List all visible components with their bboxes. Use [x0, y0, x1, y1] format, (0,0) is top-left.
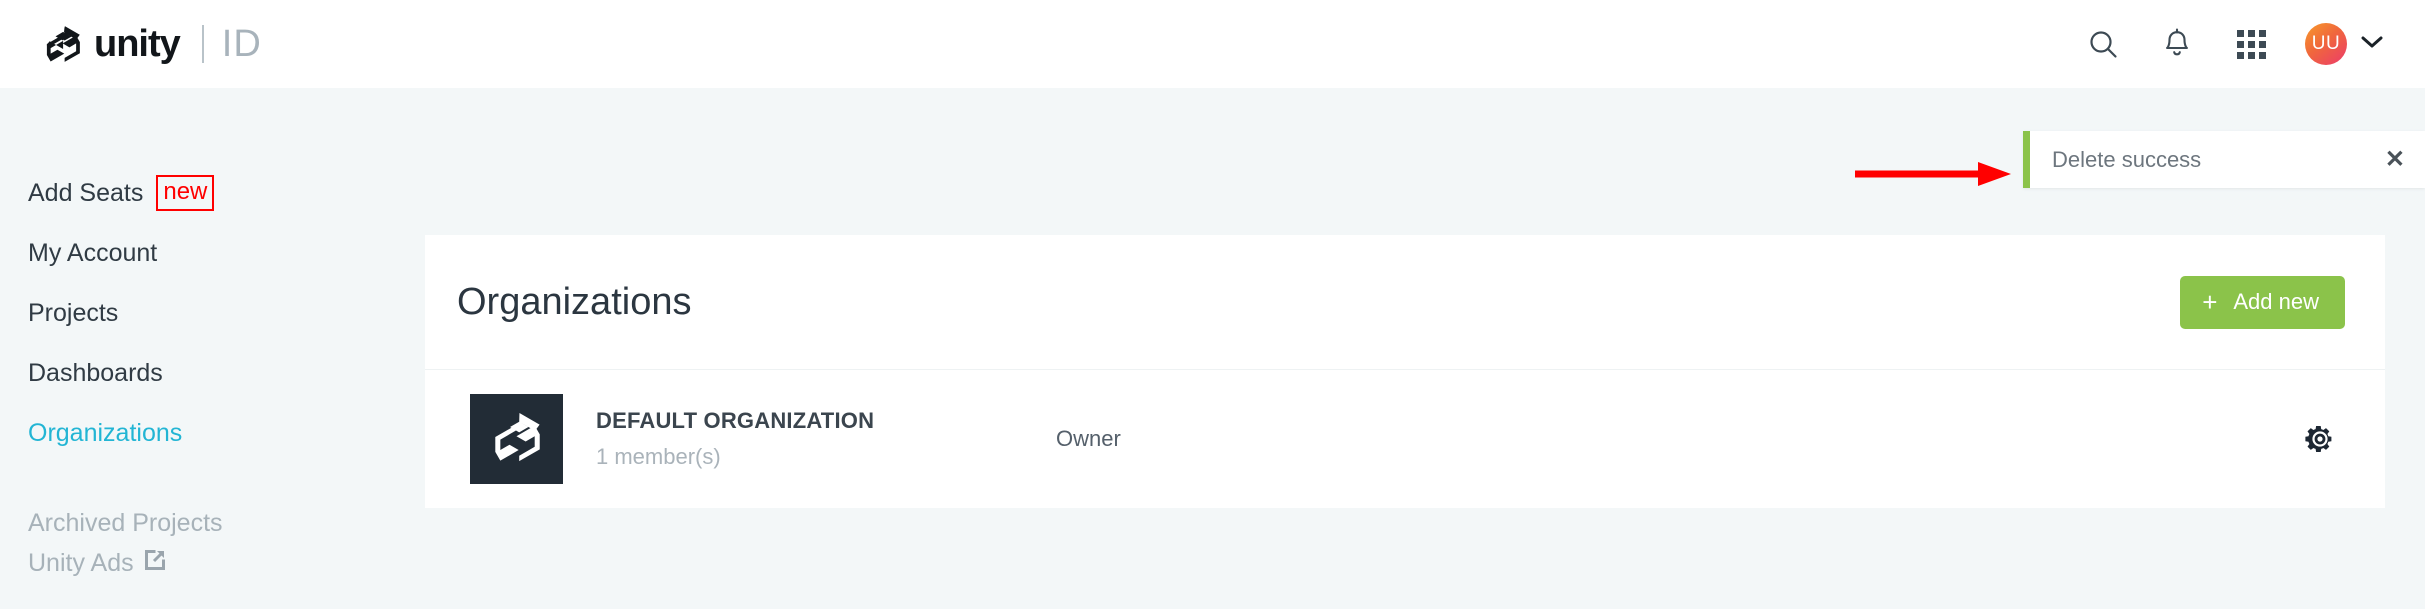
- table-row[interactable]: DEFAULT ORGANIZATION 1 member(s) Owner: [425, 370, 2385, 508]
- sidebar-item-my-account[interactable]: My Account: [0, 233, 425, 273]
- organization-role: Owner: [1056, 426, 1121, 451]
- add-new-button[interactable]: + Add new: [2180, 275, 2345, 329]
- card-header: Organizations + Add new: [425, 235, 2385, 370]
- top-header-bar: unity ID UU: [0, 0, 2425, 88]
- close-icon[interactable]: ✕: [2385, 147, 2405, 172]
- sidebar-item-projects[interactable]: Projects: [0, 293, 425, 333]
- sidebar-item-label: Archived Projects: [28, 508, 223, 537]
- bell-icon[interactable]: [2157, 24, 2197, 64]
- sidebar-item-archived-projects[interactable]: Archived Projects: [0, 503, 425, 543]
- sidebar-item-label: Dashboards: [28, 358, 163, 387]
- page-title: Organizations: [457, 280, 692, 323]
- brand-area[interactable]: unity ID: [40, 0, 262, 88]
- header-actions: UU: [2083, 23, 2383, 65]
- plus-icon: +: [2202, 286, 2218, 317]
- organization-name: DEFAULT ORGANIZATION: [596, 408, 875, 433]
- unity-cube-logo-icon: [486, 406, 548, 473]
- toast-notification: Delete success ✕: [2023, 131, 2425, 188]
- sidebar-item-unity-ads[interactable]: Unity Ads: [0, 543, 425, 583]
- avatar: UU: [2305, 23, 2347, 65]
- organization-meta: DEFAULT ORGANIZATION 1 member(s): [596, 408, 1056, 470]
- unity-cube-logo-icon: [40, 21, 86, 67]
- add-new-label: Add new: [2233, 288, 2319, 314]
- external-link-icon: [144, 549, 166, 578]
- sidebar-item-label: Add Seats: [28, 178, 144, 207]
- sidebar: Add Seats new My Account Projects Dashbo…: [0, 88, 425, 609]
- new-badge: new: [156, 175, 215, 211]
- grid-apps-glyph: [2236, 29, 2266, 59]
- brand-wordmark: unity: [94, 23, 181, 65]
- sidebar-item-organizations[interactable]: Organizations: [0, 413, 425, 453]
- organization-avatar: [470, 394, 563, 484]
- sidebar-item-label: My Account: [28, 238, 158, 267]
- organization-member-count: 1 member(s): [596, 444, 721, 469]
- sidebar-item-dashboards[interactable]: Dashboards: [0, 353, 425, 393]
- grid-apps-icon[interactable]: [2231, 24, 2271, 64]
- gear-icon[interactable]: [2303, 422, 2337, 456]
- sidebar-primary-nav: Add Seats new My Account Projects Dashbo…: [0, 173, 425, 453]
- chevron-down-icon: [2361, 35, 2383, 54]
- sidebar-item-label: Organizations: [28, 418, 183, 447]
- sidebar-item-label: Projects: [28, 298, 119, 327]
- annotation-arrow: [1853, 158, 2013, 190]
- sidebar-item-add-seats[interactable]: Add Seats new: [0, 173, 425, 213]
- sidebar-item-label: Unity Ads: [28, 548, 134, 577]
- toast-message: Delete success: [2052, 146, 2202, 172]
- search-icon[interactable]: [2083, 24, 2123, 64]
- brand-product-name: ID: [221, 23, 262, 65]
- brand-divider: [201, 25, 204, 63]
- user-menu[interactable]: UU: [2305, 23, 2383, 65]
- sidebar-secondary-nav: Archived Projects Unity Ads: [0, 503, 425, 583]
- organizations-card: Organizations + Add new DEFAULT ORGANIZA…: [425, 235, 2385, 508]
